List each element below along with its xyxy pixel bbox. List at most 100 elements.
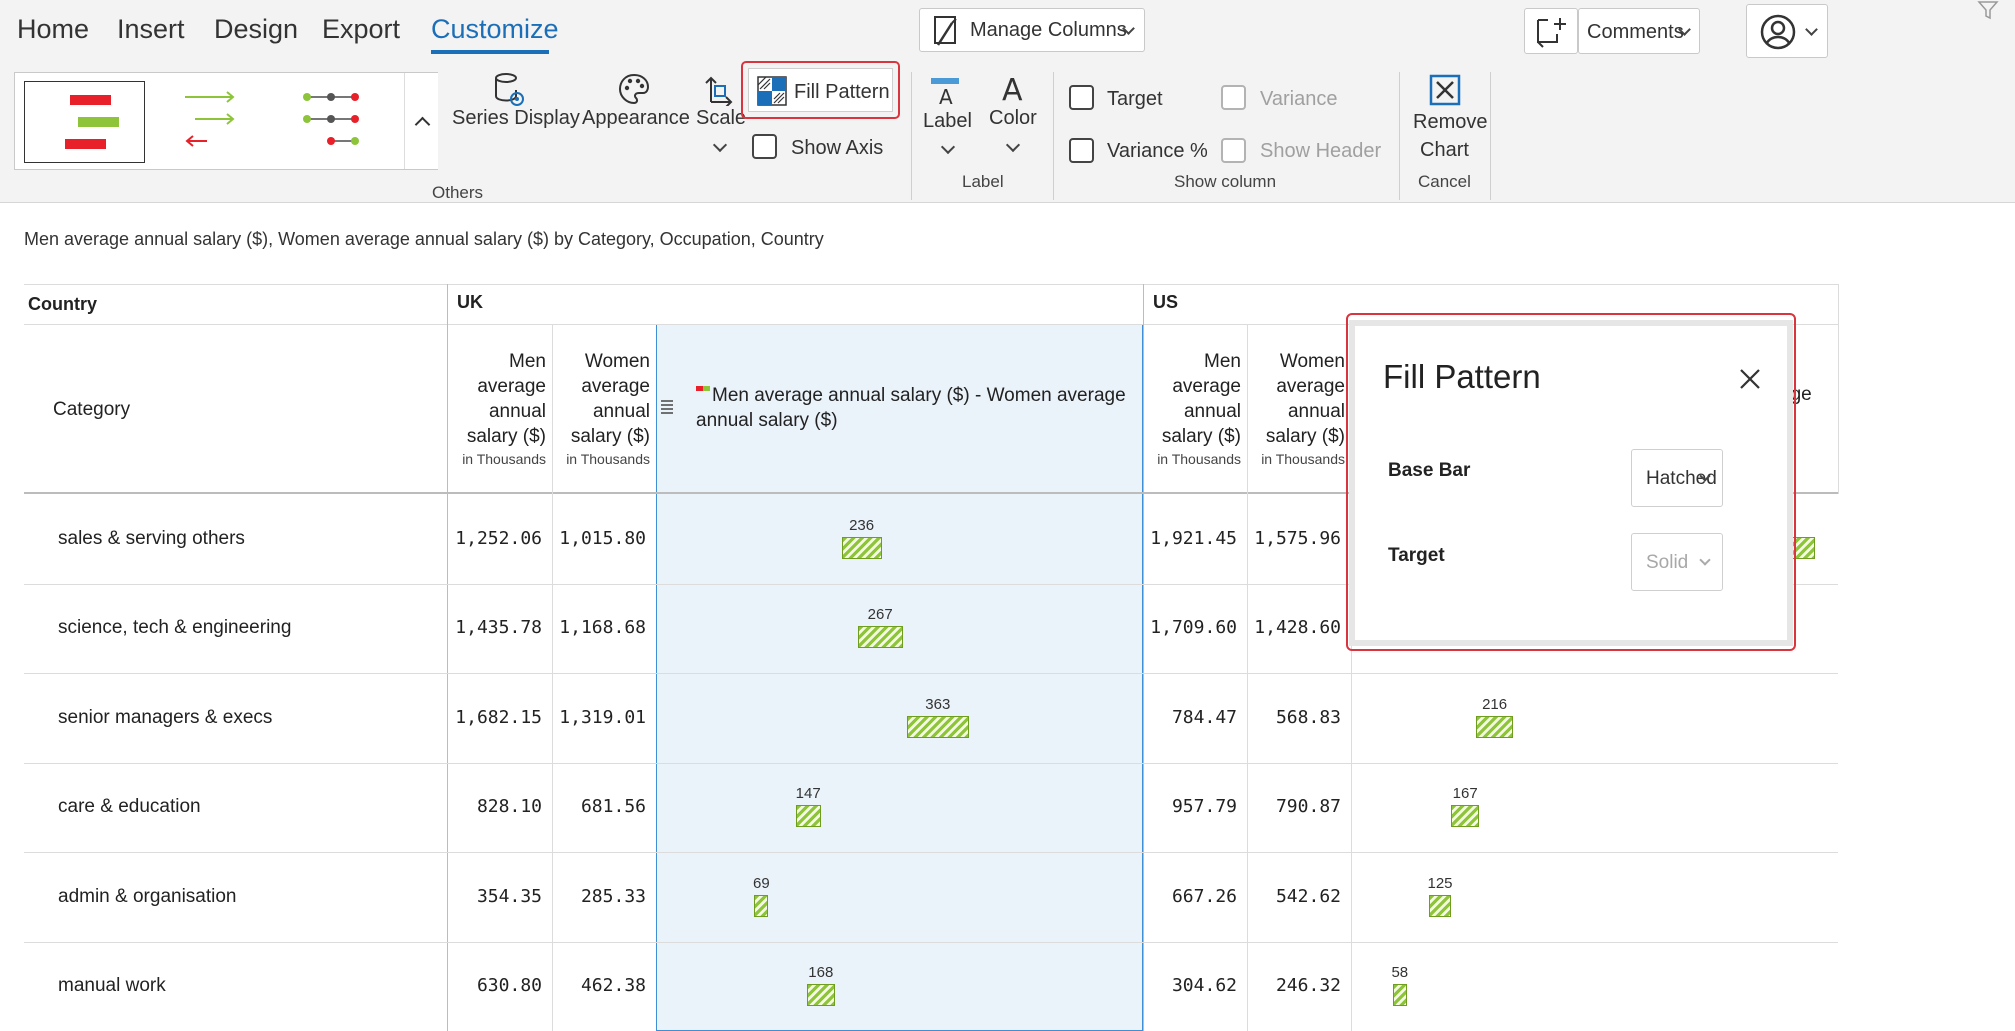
remove-chart-button-line2[interactable]: Chart xyxy=(1420,139,1469,162)
us-men-value: 304.62 xyxy=(1171,975,1237,997)
show-column-group-label: Show column xyxy=(1174,172,1277,191)
ribbon-divider xyxy=(1053,72,1054,200)
show-axis-label: Show Axis xyxy=(791,137,884,159)
user-menu-button[interactable] xyxy=(1746,4,1828,58)
add-comment-button[interactable] xyxy=(1524,8,1578,54)
label-icon: A xyxy=(931,78,959,106)
uk-difference-bar[interactable] xyxy=(841,536,882,559)
uk-difference-bar[interactable] xyxy=(906,715,969,738)
filter-icon[interactable] xyxy=(1977,0,1999,20)
variance-checkbox[interactable] xyxy=(1221,85,1246,110)
chart-type-dot-option[interactable] xyxy=(293,85,373,159)
country-header: Country xyxy=(28,294,97,314)
chevron-down-icon xyxy=(1699,554,1711,566)
tab-export[interactable]: Export xyxy=(322,14,400,45)
difference-column-header[interactable]: Men average annual salary ($) - Women av… xyxy=(696,383,1136,433)
uk-difference-bar[interactable] xyxy=(795,805,821,828)
tab-insert[interactable]: Insert xyxy=(117,14,185,45)
chart-type-bar-option[interactable] xyxy=(24,81,145,163)
base-bar-select[interactable]: Hatched xyxy=(1631,449,1723,507)
color-icon: A xyxy=(1002,73,1023,106)
fill-pattern-label: Fill Pattern xyxy=(794,81,890,103)
uk-difference-bar-label: 236 xyxy=(849,516,875,534)
label-group-label: Label xyxy=(962,172,1004,191)
fill-pattern-button[interactable]: Fill Pattern xyxy=(748,68,893,112)
base-bar-label: Base Bar xyxy=(1388,460,1471,481)
chevron-down-icon[interactable] xyxy=(940,139,956,155)
series-display-button[interactable]: Series Display xyxy=(452,107,580,130)
tab-design[interactable]: Design xyxy=(214,14,298,45)
target-select[interactable]: Solid xyxy=(1631,533,1723,591)
scale-button[interactable]: Scale xyxy=(696,107,746,130)
us-women-value: 246.32 xyxy=(1275,975,1341,997)
gallery-collapse-button[interactable] xyxy=(404,73,438,169)
us-difference-bar-label: 58 xyxy=(1391,964,1409,982)
us-men-value: 1,709.60 xyxy=(1150,617,1237,639)
chart-type-arrow-option[interactable] xyxy=(175,85,255,159)
us-difference-bar[interactable] xyxy=(1429,894,1451,917)
tab-customize[interactable]: Customize xyxy=(431,14,559,45)
show-axis-checkbox[interactable] xyxy=(752,134,777,159)
uk-women-salary-header: Women average annual salary ($) in Thousands xyxy=(566,351,650,467)
manage-columns-icon xyxy=(934,16,957,46)
us-women-salary-header: Women average annual salary ($) in Thousands xyxy=(1261,351,1345,467)
add-comment-icon xyxy=(1537,18,1566,48)
target-label: Target xyxy=(1107,88,1163,110)
us-women-value: 542.62 xyxy=(1275,885,1341,907)
label-button[interactable]: Label xyxy=(923,110,972,133)
color-button[interactable]: Color xyxy=(989,107,1037,130)
ribbon-divider xyxy=(911,72,912,200)
palette-icon xyxy=(618,73,650,105)
us-men-value: 1,921.45 xyxy=(1150,527,1237,549)
category-label: science, tech & engineering xyxy=(58,617,292,639)
appearance-button[interactable]: Appearance xyxy=(582,107,690,130)
uk-difference-bar-label: 69 xyxy=(753,874,770,892)
us-difference-bar-label: 125 xyxy=(1427,874,1453,892)
us-difference-bar[interactable] xyxy=(1476,715,1513,738)
us-difference-bar-label: 167 xyxy=(1452,785,1478,803)
us-men-value: 957.79 xyxy=(1171,796,1237,818)
fill-pattern-popup: Fill Pattern Base Bar Hatched Target Sol… xyxy=(1355,326,1787,640)
us-men-value: 667.26 xyxy=(1171,885,1237,907)
target-value: Solid xyxy=(1646,552,1689,573)
uk-difference-bar-label: 363 xyxy=(925,695,951,713)
uk-difference-bar[interactable] xyxy=(857,626,903,649)
series-display-icon xyxy=(495,73,524,106)
scale-icon xyxy=(705,76,733,106)
us-women-value: 1,428.60 xyxy=(1254,617,1341,639)
uk-difference-bar-label: 168 xyxy=(808,964,834,982)
tab-home[interactable]: Home xyxy=(17,14,89,45)
target-checkbox[interactable] xyxy=(1069,85,1094,110)
variance-percent-checkbox[interactable] xyxy=(1069,138,1094,163)
cancel-group-label: Cancel xyxy=(1418,172,1471,191)
uk-difference-bar[interactable] xyxy=(754,894,769,917)
chevron-down-icon[interactable] xyxy=(1005,137,1021,153)
svg-text:A: A xyxy=(1002,73,1023,106)
comments-dropdown[interactable]: Comments xyxy=(1578,8,1700,54)
close-icon[interactable] xyxy=(1735,364,1765,394)
ribbon-divider xyxy=(1490,72,1491,200)
uk-women-value: 285.33 xyxy=(580,885,646,907)
uk-women-value: 1,319.01 xyxy=(559,706,646,728)
uk-difference-bar[interactable] xyxy=(806,984,836,1007)
uk-men-value: 1,435.78 xyxy=(455,617,542,639)
drag-handle-icon[interactable] xyxy=(660,398,674,414)
ribbon-divider xyxy=(1399,72,1400,200)
us-women-value: 790.87 xyxy=(1275,796,1341,818)
show-header-checkbox[interactable] xyxy=(1221,138,1246,163)
manage-columns-button[interactable]: Manage Columns xyxy=(919,8,1145,52)
remove-chart-button[interactable]: Remove xyxy=(1413,111,1487,134)
chevron-down-icon[interactable] xyxy=(712,137,728,153)
us-difference-bar[interactable] xyxy=(1392,984,1407,1007)
us-difference-bar[interactable] xyxy=(1451,805,1480,828)
category-label: manual work xyxy=(58,975,166,997)
uk-women-value: 1,168.68 xyxy=(559,617,646,639)
uk-men-value: 354.35 xyxy=(476,885,542,907)
uk-men-value: 828.10 xyxy=(476,796,542,818)
us-men-salary-header: Men average annual salary ($) in Thousands xyxy=(1157,351,1241,467)
uk-header: UK xyxy=(457,292,483,312)
manage-columns-label: Manage Columns xyxy=(970,19,1127,41)
uk-men-value: 1,252.06 xyxy=(455,527,542,549)
uk-men-value: 1,682.15 xyxy=(455,706,542,728)
us-header: US xyxy=(1153,292,1179,312)
